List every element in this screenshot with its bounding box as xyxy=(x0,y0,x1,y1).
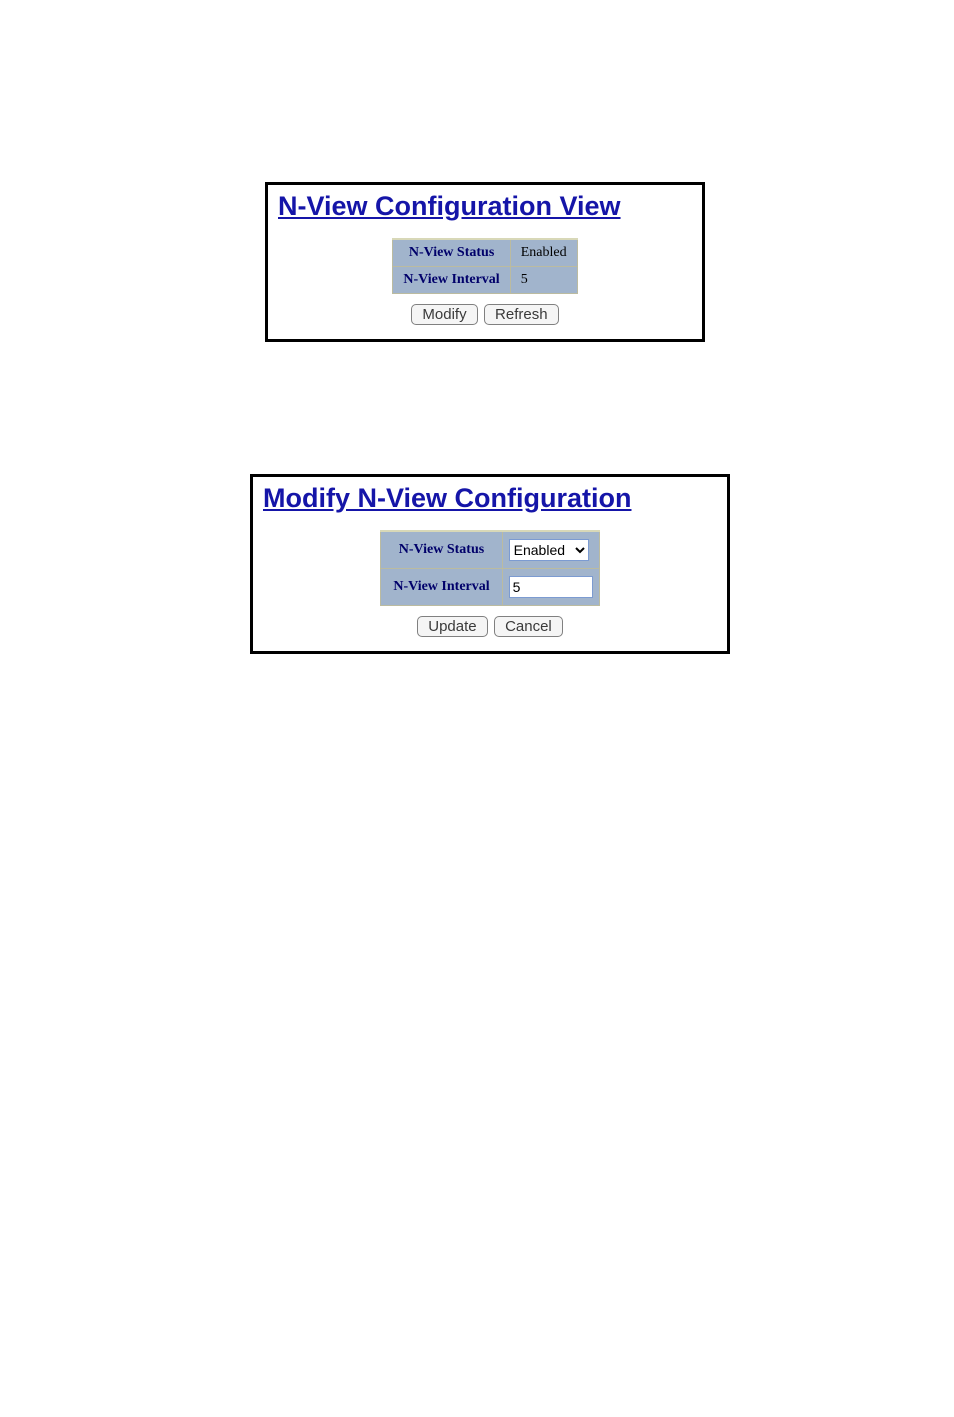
modify-nview-configuration-panel: Modify N-View Configuration N-View Statu… xyxy=(250,474,730,654)
modify-button[interactable]: Modify xyxy=(411,304,477,325)
nview-status-value: Enabled xyxy=(510,239,577,267)
table-row: N-View Interval 5 xyxy=(393,267,577,294)
table-row: N-View Interval xyxy=(381,569,599,606)
modify-configuration-table: N-View Status Enabled N-View Interval xyxy=(380,530,599,606)
table-row: N-View Status Enabled xyxy=(381,531,599,569)
nview-interval-label: N-View Interval xyxy=(381,569,502,606)
nview-status-select[interactable]: Enabled xyxy=(509,539,589,561)
nview-interval-label: N-View Interval xyxy=(393,267,510,294)
nview-status-label: N-View Status xyxy=(381,531,502,569)
table-row: N-View Status Enabled xyxy=(393,239,577,267)
cancel-button[interactable]: Cancel xyxy=(494,616,563,637)
page-title: Modify N-View Configuration xyxy=(263,483,727,514)
nview-status-label: N-View Status xyxy=(393,239,510,267)
page-title: N-View Configuration View xyxy=(278,191,702,222)
refresh-button[interactable]: Refresh xyxy=(484,304,559,325)
nview-status-field: Enabled xyxy=(502,531,599,569)
button-row: Update Cancel xyxy=(253,616,727,637)
update-button[interactable]: Update xyxy=(417,616,487,637)
button-row: Modify Refresh xyxy=(268,304,702,325)
nview-interval-value: 5 xyxy=(510,267,577,294)
nview-interval-input[interactable] xyxy=(509,576,593,598)
nview-configuration-view-panel: N-View Configuration View N-View Status … xyxy=(265,182,705,342)
configuration-table: N-View Status Enabled N-View Interval 5 xyxy=(392,238,577,294)
nview-interval-field xyxy=(502,569,599,606)
